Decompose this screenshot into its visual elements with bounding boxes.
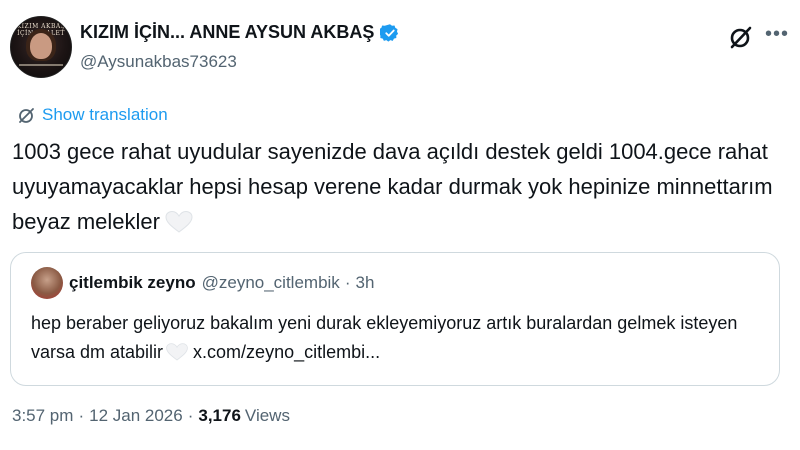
quoted-tweet[interactable]: çitlembik zeyno @zeyno_citlembik · 3h he… [10, 252, 780, 386]
white-heart-icon [166, 343, 188, 361]
grok-icon[interactable] [728, 24, 754, 50]
quoted-link[interactable]: x.com/zeyno_citlembi... [193, 342, 380, 362]
quoted-author-handle[interactable]: @zeyno_citlembik [202, 273, 340, 293]
meta-separator: · [78, 406, 85, 425]
views-count: 3,176 [198, 406, 241, 425]
quoted-text-body: hep beraber geliyoruz bakalım yeni durak… [31, 313, 738, 362]
tweet-meta: 3:57 pm · 12 Jan 2026 · 3,176 Views [12, 406, 290, 426]
more-icon[interactable]: ••• [764, 24, 790, 50]
author-display-name[interactable]: KIZIM İÇİN... ANNE AYSUN AKBAŞ [80, 22, 374, 43]
verified-badge-icon[interactable] [380, 23, 400, 43]
quoted-author-name[interactable]: çitlembik zeyno [69, 273, 196, 293]
tweet-body: 1003 gece rahat uyudular sayenizde dava … [12, 139, 773, 234]
quoted-author-avatar[interactable] [31, 267, 63, 299]
quoted-dot-separator: · [344, 273, 351, 292]
quoted-tweet-header: çitlembik zeyno @zeyno_citlembik · 3h [69, 273, 374, 293]
tweet-text: 1003 gece rahat uyudular sayenizde dava … [12, 134, 782, 239]
show-translation-label: Show translation [42, 105, 168, 124]
author-handle[interactable]: @Aysunakbas73623 [80, 52, 237, 72]
views-label: Views [244, 406, 290, 425]
meta-separator: · [187, 406, 194, 425]
show-translation-link[interactable]: Show translation [18, 105, 168, 125]
tweet-header: KIZIM AKBAŞ İÇİN ADALET KIZIM İÇİN... AN… [10, 14, 790, 84]
white-heart-icon [165, 210, 193, 233]
tweet-time[interactable]: 3:57 pm [12, 406, 73, 426]
translate-icon [19, 108, 34, 123]
avatar-signature [19, 64, 63, 66]
author-avatar[interactable]: KIZIM AKBAŞ İÇİN ADALET [10, 16, 72, 78]
author-name-row: KIZIM İÇİN... ANNE AYSUN AKBAŞ [80, 22, 400, 43]
avatar-face [30, 33, 52, 59]
tweet-date[interactable]: 12 Jan 2026 [89, 406, 183, 426]
quoted-timestamp[interactable]: 3h [355, 273, 374, 293]
quoted-tweet-text: hep beraber geliyoruz bakalım yeni durak… [31, 309, 771, 367]
